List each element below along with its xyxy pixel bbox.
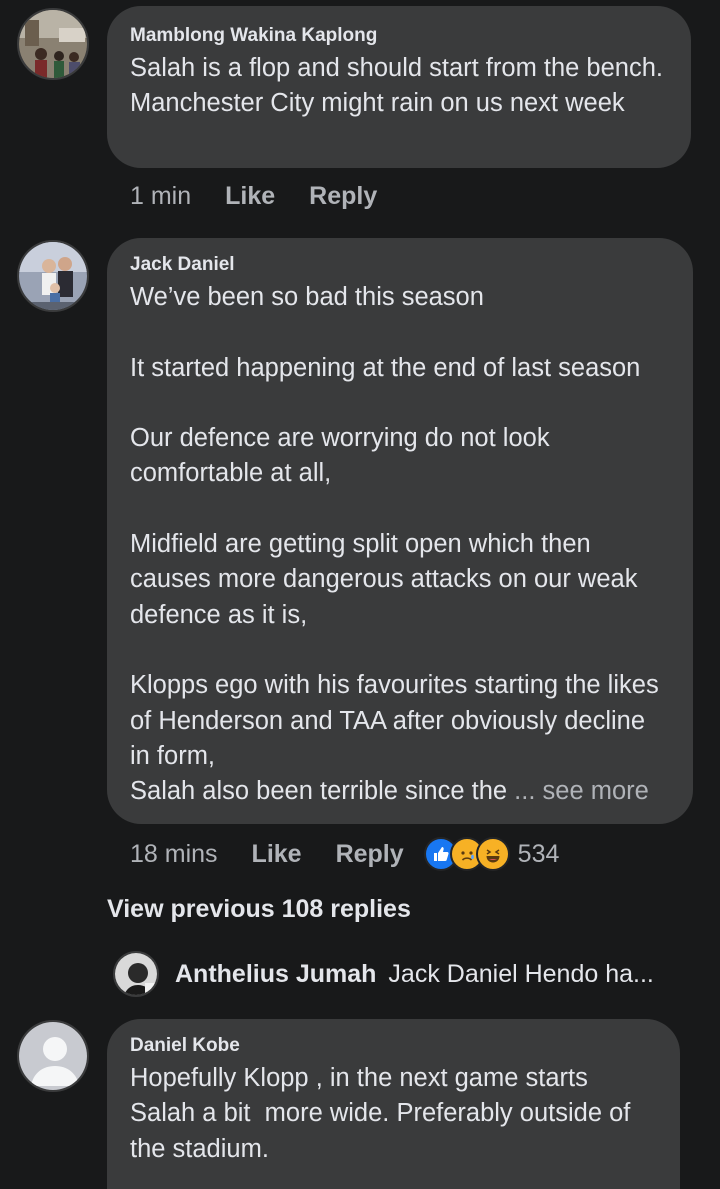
view-previous-replies-link[interactable]: View previous 108 replies	[107, 895, 411, 924]
reply-snippet: Jack Daniel Hendo ha...	[388, 959, 654, 988]
comment-bubble-daniel-kobe: Daniel Kobe Hopefully Klopp , in the nex…	[107, 1019, 680, 1189]
comment-timestamp[interactable]: 18 mins	[130, 840, 218, 869]
comment-actions: 1 min Like Reply	[130, 182, 411, 211]
avatar-anthelius[interactable]	[113, 951, 159, 997]
see-more-link[interactable]: ... see more	[514, 777, 649, 805]
reactions-summary[interactable]	[423, 837, 510, 871]
avatar-jack-daniel[interactable]	[17, 240, 89, 312]
comment-text-body: We’ve been so bad this season It started…	[130, 283, 659, 806]
avatar-mamblong[interactable]	[17, 8, 89, 80]
like-button[interactable]: Like	[225, 182, 275, 211]
reply-preview[interactable]: Anthelius Jumah Jack Daniel Hendo ha...	[113, 951, 654, 997]
comment-timestamp[interactable]: 1 min	[130, 182, 191, 211]
comment-author[interactable]: Mamblong Wakina Kaplong	[130, 23, 669, 49]
reply-button[interactable]: Reply	[309, 182, 377, 211]
reply-button[interactable]: Reply	[336, 840, 404, 869]
avatar-daniel-kobe[interactable]	[17, 1020, 89, 1092]
comment-text: Salah is a flop and should start from th…	[130, 54, 671, 118]
comment-text: We’ve been so bad this season It started…	[130, 280, 671, 809]
reply-author[interactable]: Anthelius Jumah	[175, 960, 376, 989]
comment-bubble-mamblong: Mamblong Wakina Kaplong Salah is a flop …	[107, 6, 691, 168]
like-button[interactable]: Like	[252, 840, 302, 869]
comment-actions: 18 mins Like Reply 534	[130, 837, 559, 871]
reaction-count[interactable]: 534	[518, 840, 560, 869]
comment-text: Hopefully Klopp , in the next game start…	[130, 1064, 638, 1163]
comment-author[interactable]: Daniel Kobe	[130, 1033, 658, 1059]
comment-bubble-jack-daniel: Jack Daniel We’ve been so bad this seaso…	[107, 238, 693, 824]
haha-icon	[475, 837, 510, 871]
comment-author[interactable]: Jack Daniel	[130, 252, 671, 278]
